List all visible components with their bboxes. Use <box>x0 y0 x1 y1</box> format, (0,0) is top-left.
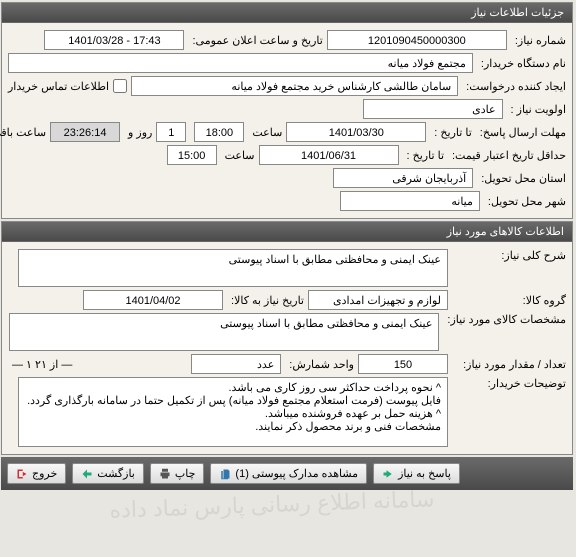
exit-button[interactable]: خروج <box>8 463 67 484</box>
contact-checkbox[interactable] <box>114 79 128 93</box>
province-label: استان محل تحویل: <box>482 172 567 185</box>
qty-value: 150 <box>359 354 449 374</box>
buyer-notes-label: توضیحات خریدار: <box>457 377 567 390</box>
priority-value: عادی <box>364 99 504 119</box>
buyer-notes-textarea[interactable] <box>19 377 449 447</box>
buttons-bar: خروج بازگشت چاپ مشاهده مدارک پیوستی (1) … <box>2 457 574 490</box>
spec-label: مشخصات کالای مورد نیاز: <box>448 313 567 326</box>
deadline-date-value: 1401/03/30 <box>287 122 427 142</box>
city-value: میانه <box>341 191 481 211</box>
need-no-value: 1201090450000300 <box>328 30 508 50</box>
remain-suffix-label: ساعت باقی مانده <box>0 126 47 139</box>
respond-button[interactable]: پاسخ به نیاز <box>374 463 461 484</box>
contact-checkbox-label: اطلاعات تماس خریدار <box>9 80 110 93</box>
deadline-time-label: ساعت <box>253 126 283 139</box>
buyer-label: نام دستگاه خریدار: <box>482 57 567 70</box>
overall-textarea[interactable] <box>19 249 449 287</box>
need-info-title: جزئیات اطلاعات نیاز <box>472 7 565 19</box>
city-label: شهر محل تحویل: <box>489 195 567 208</box>
priority-label: اولویت نیاز : <box>512 103 567 116</box>
qty-label: تعداد / مقدار مورد نیاز: <box>457 358 567 371</box>
unit-value: عدد <box>192 354 282 374</box>
contact-checkbox-wrap[interactable]: اطلاعات تماس خریدار <box>9 79 128 93</box>
reply-icon <box>383 468 395 480</box>
spec-textarea[interactable] <box>10 313 440 351</box>
need-info-header: جزئیات اطلاعات نیاز <box>3 3 573 23</box>
attachment-icon <box>220 468 232 480</box>
need-info-body: شماره نیاز: 1201090450000300 تاریخ و ساع… <box>3 23 573 218</box>
validity-to-date-label: تا تاریخ : <box>408 149 445 162</box>
need-date-value: 1401/04/02 <box>84 290 224 310</box>
province-value: آذربایجان شرقی <box>334 168 474 188</box>
exit-button-label: خروج <box>33 467 58 480</box>
deadline-label: مهلت ارسال پاسخ: <box>481 126 567 139</box>
print-button[interactable]: چاپ <box>151 463 206 484</box>
public-announce-label: تاریخ و ساعت اعلان عمومی: <box>193 34 323 47</box>
validity-time-label: ساعت <box>226 149 256 162</box>
attachments-button-label: مشاهده مدارک پیوستی (1) <box>236 467 359 480</box>
attachments-button[interactable]: مشاهده مدارک پیوستی (1) <box>211 463 368 484</box>
items-body: شرح کلی نیاز: گروه کالا: لوازم و تجهیزات… <box>3 242 573 454</box>
back-button[interactable]: بازگشت <box>73 463 145 484</box>
deadline-time-value: 18:00 <box>195 122 245 142</box>
requester-value: سامان طالشی کارشناس خرید مجتمع فولاد میا… <box>132 76 459 96</box>
group-label: گروه کالا: <box>457 294 567 307</box>
need-info-panel: جزئیات اطلاعات نیاز شماره نیاز: 12010904… <box>2 2 574 219</box>
back-button-label: بازگشت <box>98 467 136 480</box>
group-value: لوازم و تجهیزات امدادی <box>309 290 449 310</box>
public-announce-value: 17:43 - 1401/03/28 <box>45 30 185 50</box>
requester-label: ایجاد کننده درخواست: <box>467 80 567 93</box>
back-icon <box>82 468 94 480</box>
deadline-to-date-label: تا تاریخ : <box>435 126 472 139</box>
overall-label: شرح کلی نیاز: <box>457 249 567 262</box>
unit-label: واحد شمارش: <box>290 358 355 371</box>
days-and-label: روز و <box>129 126 153 139</box>
exit-icon <box>17 468 29 480</box>
pager-label: — ۱ از ۲۱ — <box>13 358 73 371</box>
items-panel: اطلاعات کالاهای مورد نیاز شرح کلی نیاز: … <box>2 221 574 455</box>
print-icon <box>160 468 172 480</box>
need-date-label: تاریخ نیاز به کالا: <box>232 294 305 307</box>
validity-label: حداقل تاریخ اعتبار قیمت: <box>453 149 567 162</box>
days-remaining-value: 1 <box>157 122 187 142</box>
validity-time-value: 15:00 <box>168 145 218 165</box>
need-no-label: شماره نیاز: <box>516 34 567 47</box>
validity-date-value: 1401/06/31 <box>260 145 400 165</box>
buyer-value: مجتمع فولاد میانه <box>9 53 474 73</box>
items-title: اطلاعات کالاهای مورد نیاز <box>448 226 565 238</box>
items-header: اطلاعات کالاهای مورد نیاز <box>3 222 573 242</box>
print-button-label: چاپ <box>176 467 197 480</box>
time-remaining-value: 23:26:14 <box>51 122 121 142</box>
respond-button-label: پاسخ به نیاز <box>399 467 452 480</box>
